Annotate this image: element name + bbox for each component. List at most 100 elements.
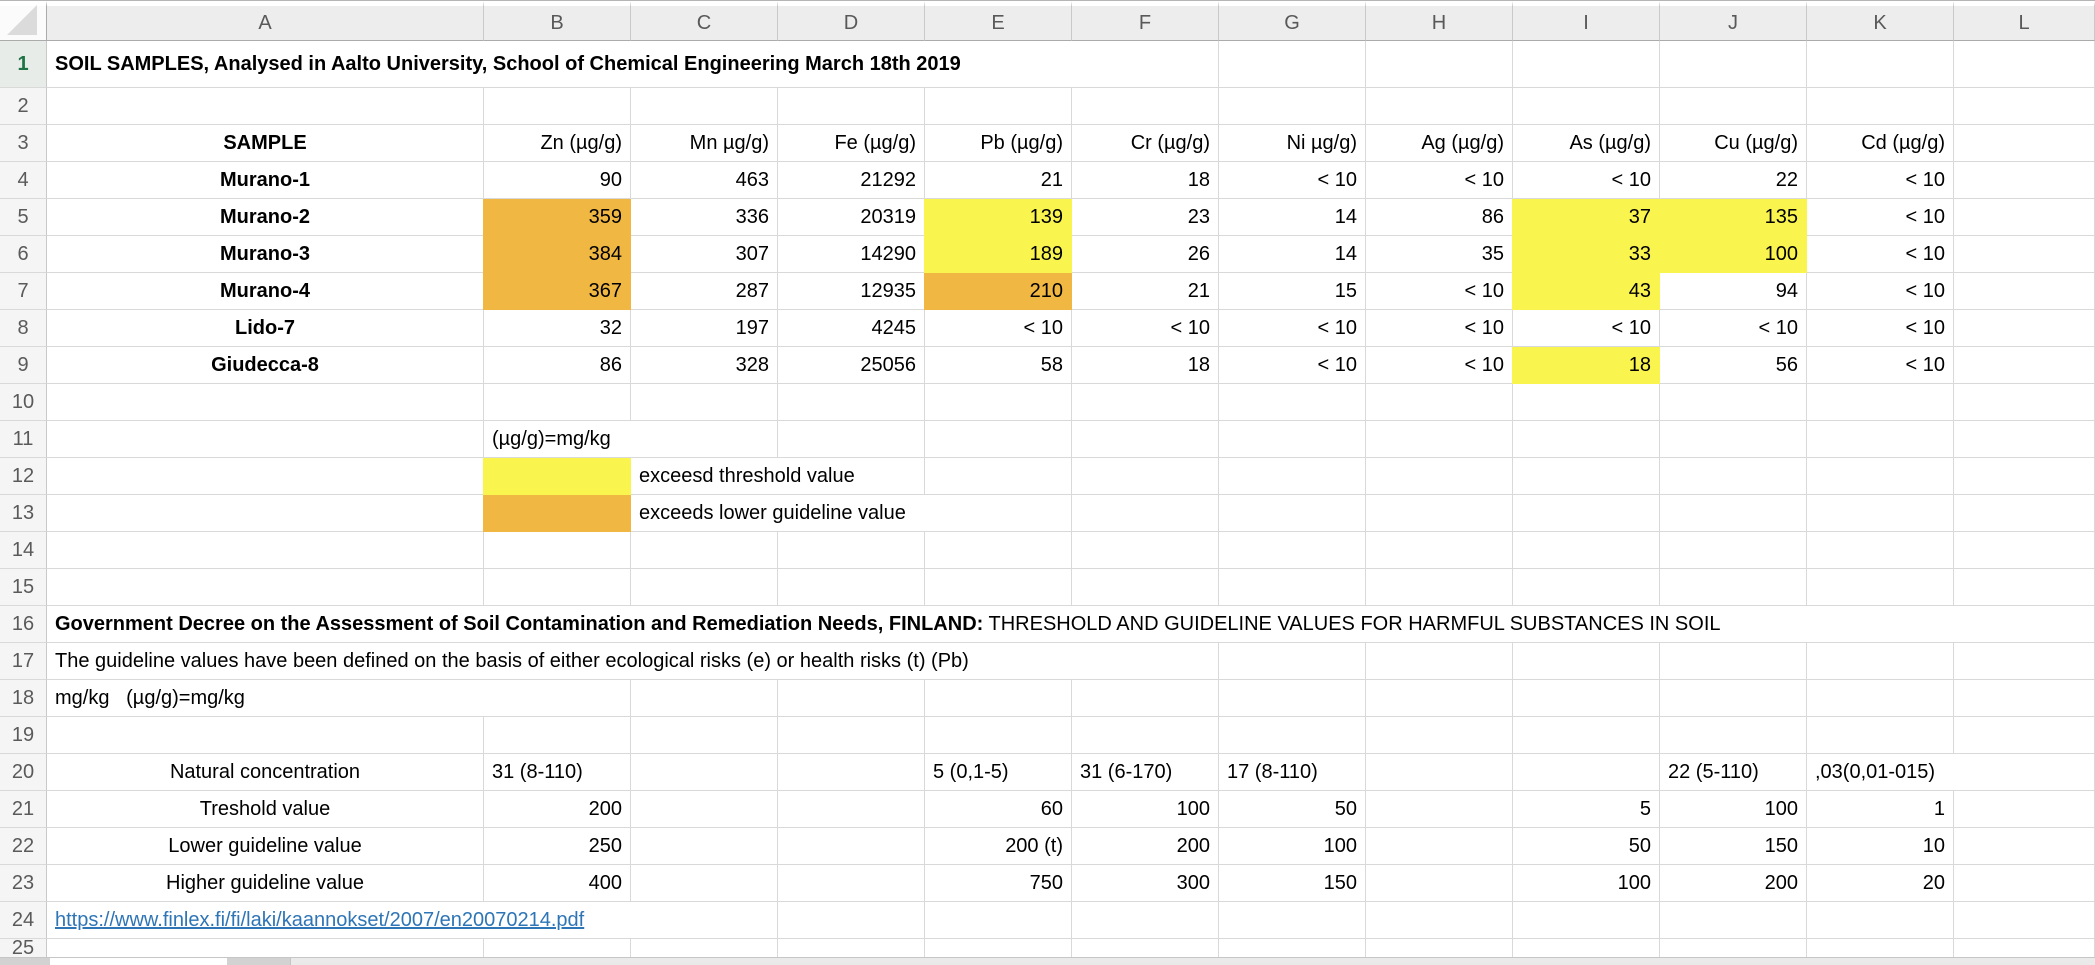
- cell-L25[interactable]: [1954, 939, 2095, 958]
- cell-B21[interactable]: 200: [484, 791, 631, 828]
- cell-L3[interactable]: [1954, 125, 2095, 162]
- cell-D7[interactable]: 12935: [778, 273, 925, 310]
- cell-H21[interactable]: [1366, 791, 1513, 828]
- cell-H23[interactable]: [1366, 865, 1513, 902]
- cell-A11[interactable]: [47, 421, 484, 458]
- cell-J4[interactable]: 22: [1660, 162, 1807, 199]
- cell-D6[interactable]: 14290: [778, 236, 925, 273]
- cell-H22[interactable]: [1366, 828, 1513, 865]
- cell-D8[interactable]: 4245: [778, 310, 925, 347]
- cell-C9[interactable]: 328: [631, 347, 778, 384]
- row-header-4[interactable]: 4: [0, 162, 47, 199]
- cell-F22[interactable]: 200: [1072, 828, 1219, 865]
- cell-A4[interactable]: Murano-1: [47, 162, 484, 199]
- cell-I6[interactable]: 33: [1513, 236, 1660, 273]
- row-header-5[interactable]: 5: [0, 199, 47, 236]
- cell-B4[interactable]: 90: [484, 162, 631, 199]
- cell-J9[interactable]: 56: [1660, 347, 1807, 384]
- row-header-23[interactable]: 23: [0, 865, 47, 902]
- cell-A7[interactable]: Murano-4: [47, 273, 484, 310]
- cell-G9[interactable]: < 10: [1219, 347, 1366, 384]
- cell-F10[interactable]: [1072, 384, 1219, 421]
- cell-J2[interactable]: [1660, 88, 1807, 125]
- cell-I2[interactable]: [1513, 88, 1660, 125]
- cell-B19[interactable]: [484, 717, 631, 754]
- cell-J12[interactable]: [1660, 458, 1807, 495]
- cell-H6[interactable]: 35: [1366, 236, 1513, 273]
- cell-H17[interactable]: [1366, 643, 1513, 680]
- cell-K22[interactable]: 10: [1807, 828, 1954, 865]
- cell-F20[interactable]: 31 (6-170): [1072, 754, 1219, 791]
- cell-C19[interactable]: [631, 717, 778, 754]
- cell-B20[interactable]: 31 (8-110): [484, 754, 631, 791]
- cell-G2[interactable]: [1219, 88, 1366, 125]
- cell-B11[interactable]: (µg/g)=mg/kg: [484, 421, 778, 458]
- cell-E12[interactable]: [925, 458, 1072, 495]
- cell-G23[interactable]: 150: [1219, 865, 1366, 902]
- cell-E8[interactable]: < 10: [925, 310, 1072, 347]
- cell-K23[interactable]: 20: [1807, 865, 1954, 902]
- cell-E5[interactable]: 139: [925, 199, 1072, 236]
- cell-C6[interactable]: 307: [631, 236, 778, 273]
- cell-D15[interactable]: [778, 569, 925, 606]
- cell-A3[interactable]: SAMPLE: [47, 125, 484, 162]
- cell-J19[interactable]: [1660, 717, 1807, 754]
- cell-B8[interactable]: 32: [484, 310, 631, 347]
- cell-G20[interactable]: 17 (8-110): [1219, 754, 1366, 791]
- cell-F6[interactable]: 26: [1072, 236, 1219, 273]
- cell-E18[interactable]: [925, 680, 1072, 717]
- cell-C10[interactable]: [631, 384, 778, 421]
- cell-G3[interactable]: Ni µg/g): [1219, 125, 1366, 162]
- cell-E24[interactable]: [925, 902, 1072, 939]
- cell-G12[interactable]: [1219, 458, 1366, 495]
- row-header-3[interactable]: 3: [0, 125, 47, 162]
- cell-E15[interactable]: [925, 569, 1072, 606]
- cell-L22[interactable]: [1954, 828, 2095, 865]
- cell-K24[interactable]: [1807, 902, 1954, 939]
- cell-J21[interactable]: 100: [1660, 791, 1807, 828]
- cell-F3[interactable]: Cr (µg/g): [1072, 125, 1219, 162]
- cell-H13[interactable]: [1366, 495, 1513, 532]
- cell-A5[interactable]: Murano-2: [47, 199, 484, 236]
- cell-L19[interactable]: [1954, 717, 2095, 754]
- row-header-14[interactable]: 14: [0, 532, 47, 569]
- cell-G7[interactable]: 15: [1219, 273, 1366, 310]
- cell-B22[interactable]: 250: [484, 828, 631, 865]
- cell-L15[interactable]: [1954, 569, 2095, 606]
- cell-J3[interactable]: Cu (µg/g): [1660, 125, 1807, 162]
- cell-A8[interactable]: Lido-7: [47, 310, 484, 347]
- cell-D19[interactable]: [778, 717, 925, 754]
- cell-L17[interactable]: [1954, 643, 2095, 680]
- cell-H2[interactable]: [1366, 88, 1513, 125]
- cell-A16[interactable]: Government Decree on the Assessment of S…: [47, 606, 2095, 643]
- cell-G10[interactable]: [1219, 384, 1366, 421]
- cell-G15[interactable]: [1219, 569, 1366, 606]
- cell-L14[interactable]: [1954, 532, 2095, 569]
- cell-B10[interactable]: [484, 384, 631, 421]
- cell-H18[interactable]: [1366, 680, 1513, 717]
- cell-K4[interactable]: < 10: [1807, 162, 1954, 199]
- cell-F23[interactable]: 300: [1072, 865, 1219, 902]
- cell-D14[interactable]: [778, 532, 925, 569]
- cell-G13[interactable]: [1219, 495, 1366, 532]
- row-header-15[interactable]: 15: [0, 569, 47, 606]
- cell-I11[interactable]: [1513, 421, 1660, 458]
- active-sheet-tab-partial[interactable]: [50, 958, 228, 965]
- col-header-L[interactable]: L: [1954, 1, 2095, 41]
- cell-D24[interactable]: [778, 902, 925, 939]
- row-header-9[interactable]: 9: [0, 347, 47, 384]
- cell-H20[interactable]: [1366, 754, 1513, 791]
- cell-H7[interactable]: < 10: [1366, 273, 1513, 310]
- cell-E19[interactable]: [925, 717, 1072, 754]
- cell-K19[interactable]: [1807, 717, 1954, 754]
- cell-I23[interactable]: 100: [1513, 865, 1660, 902]
- cell-I14[interactable]: [1513, 532, 1660, 569]
- cell-B3[interactable]: Zn (µg/g): [484, 125, 631, 162]
- cell-F14[interactable]: [1072, 532, 1219, 569]
- col-header-K[interactable]: K: [1807, 1, 1954, 41]
- cell-F25[interactable]: [1072, 939, 1219, 958]
- cell-E7[interactable]: 210: [925, 273, 1072, 310]
- cell-K7[interactable]: < 10: [1807, 273, 1954, 310]
- cell-K5[interactable]: < 10: [1807, 199, 1954, 236]
- cell-C4[interactable]: 463: [631, 162, 778, 199]
